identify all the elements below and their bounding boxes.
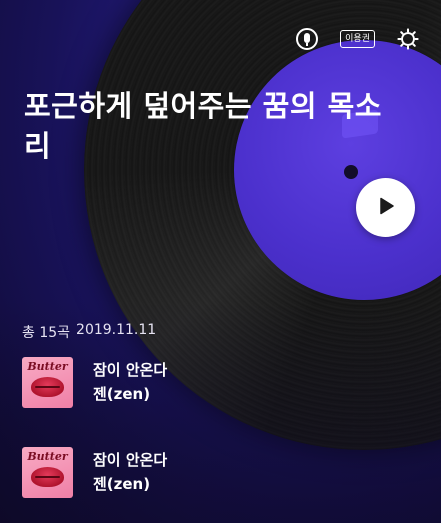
track-title: 잠이 안온다: [93, 361, 168, 379]
voice-search-button[interactable]: [296, 28, 319, 50]
track-item[interactable]: Butter 잠이 안온다 젠(zen): [22, 446, 422, 498]
track-info: 잠이 안온다 젠(zen): [93, 359, 167, 405]
track-artist: 젠(zen): [93, 385, 151, 403]
track-list: Butter 잠이 안온다 젠(zen) Butter 잠이 안온다 젠(zen…: [22, 356, 422, 523]
track-item[interactable]: Butter 잠이 안온다 젠(zen): [22, 356, 422, 408]
track-artist: 젠(zen): [93, 475, 151, 493]
subscription-button[interactable]: 이용권: [340, 30, 375, 48]
album-art-logo: Butter: [27, 359, 68, 373]
track-title: 잠이 안온다: [93, 451, 168, 469]
gear-icon: [397, 28, 419, 50]
lips-graphic: [31, 376, 64, 397]
track-count: 총 15곡: [22, 325, 71, 341]
album-art-logo: Butter: [27, 449, 68, 463]
album-art: Butter: [22, 446, 73, 498]
play-icon: [374, 194, 398, 222]
playlist-screen: 이용권 포근하게 덮어주는 꿈의 목소리 총 15곡 2019.11.11 Bu…: [0, 0, 441, 523]
play-button[interactable]: [356, 178, 415, 237]
playlist-title: 포근하게 덮어주는 꿈의 목소리: [24, 89, 382, 163]
playlist-meta: 총 15곡 2019.11.11: [22, 322, 156, 342]
playlist-date: 2019.11.11: [76, 322, 157, 338]
lips-graphic: [31, 466, 64, 487]
settings-button[interactable]: [397, 28, 419, 50]
album-art: Butter: [22, 356, 73, 408]
mic-icon: [296, 28, 319, 50]
track-info: 잠이 안온다 젠(zen): [93, 449, 167, 495]
ticket-icon: 이용권: [340, 30, 375, 48]
record-spindle-hole: [344, 165, 358, 179]
header-actions: 이용권: [296, 28, 419, 50]
